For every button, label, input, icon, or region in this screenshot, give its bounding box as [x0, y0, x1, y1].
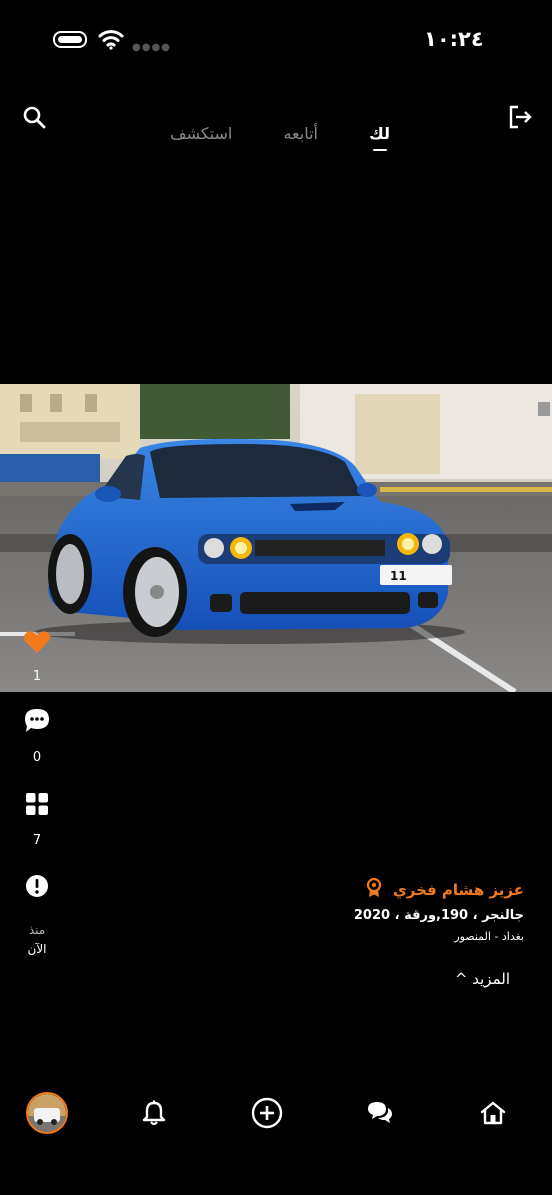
signal-icon: ●●●● [132, 42, 171, 53]
search-icon[interactable] [20, 103, 48, 131]
post-photo[interactable]: 11 [0, 384, 552, 692]
gallery-button[interactable] [0, 792, 74, 820]
tab-for-you[interactable]: لك [369, 124, 390, 143]
likes-count: 1 [32, 669, 42, 684]
more-button[interactable]: المزيد ^ [455, 970, 510, 988]
comment-icon [25, 709, 49, 732]
like-button[interactable] [0, 629, 74, 659]
tab-following[interactable]: أتابعه [283, 124, 318, 143]
avatar [26, 1092, 68, 1134]
report-button[interactable] [0, 874, 74, 902]
wifi-icon [98, 30, 124, 50]
seller-name[interactable]: عزيز هشام فخري [393, 881, 524, 899]
license-plate: 11 [390, 569, 407, 583]
time-ago-label: منذ [28, 923, 46, 937]
images-count: 7 [32, 833, 42, 848]
bottom-nav [0, 1090, 552, 1140]
bell-icon[interactable] [131, 1090, 177, 1136]
chat-icon[interactable] [357, 1090, 403, 1136]
comments-button[interactable] [0, 707, 74, 739]
time-ago-value: الآن [27, 942, 47, 956]
feed-tabs: لك أتابعه استكشف [170, 124, 390, 154]
seller-row[interactable]: عزيز هشام فخري [366, 877, 524, 899]
profile-avatar[interactable] [24, 1090, 70, 1136]
grid-icon [26, 793, 48, 815]
badge-icon [366, 877, 381, 897]
logout-icon[interactable] [506, 103, 534, 131]
home-icon[interactable] [470, 1090, 516, 1136]
comments-count: 0 [32, 750, 42, 765]
heart-icon [24, 631, 50, 653]
add-post-icon[interactable] [244, 1090, 290, 1136]
car-details: جالنجر ، 190,ورقة ، 2020 [353, 908, 524, 923]
alert-icon [26, 875, 48, 897]
car-location: بغداد - المنصور [454, 930, 524, 943]
tab-explore[interactable]: استكشف [170, 124, 232, 143]
battery-icon [53, 31, 87, 48]
status-time: ١٠:٢٤ [424, 27, 484, 51]
